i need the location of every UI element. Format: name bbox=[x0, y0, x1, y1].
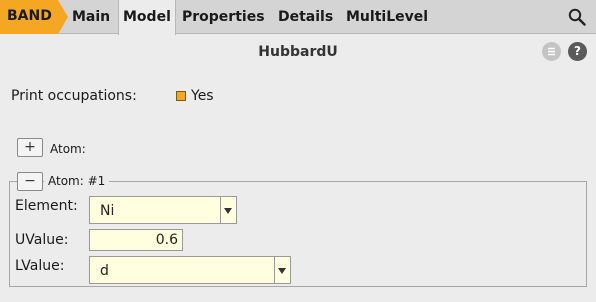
element-label: Element: bbox=[15, 198, 78, 214]
tab-properties[interactable]: Properties bbox=[182, 0, 265, 34]
app-name: BAND bbox=[7, 8, 52, 24]
app-menu-tab[interactable]: BAND bbox=[0, 0, 68, 34]
page-title: HubbardU bbox=[258, 44, 338, 60]
print-occupations-checkbox[interactable] bbox=[176, 91, 186, 101]
uvalue-input[interactable]: 0.6 bbox=[89, 229, 183, 251]
remove-atom-button[interactable]: − bbox=[17, 172, 43, 191]
element-select[interactable]: Ni bbox=[89, 196, 237, 224]
lvalue-dropdown-toggle[interactable] bbox=[274, 257, 290, 283]
element-dropdown-toggle[interactable] bbox=[220, 197, 236, 223]
top-tab-bar: BAND Main Model Properties Details Multi… bbox=[0, 0, 596, 35]
element-value: Ni bbox=[100, 203, 115, 219]
panel-menu-icon[interactable] bbox=[542, 42, 561, 61]
add-atom-button[interactable]: + bbox=[17, 138, 43, 157]
tab-model[interactable]: Model bbox=[118, 0, 176, 35]
tab-multilevel[interactable]: MultiLevel bbox=[346, 0, 428, 34]
lvalue-label: LValue: bbox=[15, 258, 65, 274]
chevron-down-icon bbox=[278, 268, 286, 274]
uvalue-label: UValue: bbox=[15, 232, 69, 248]
chevron-down-icon bbox=[224, 208, 232, 214]
tab-main[interactable]: Main bbox=[72, 0, 110, 34]
tab-details[interactable]: Details bbox=[278, 0, 333, 34]
lvalue-select[interactable]: d bbox=[89, 256, 291, 284]
print-occupations-value: Yes bbox=[191, 88, 214, 104]
search-icon[interactable] bbox=[568, 8, 586, 26]
lvalue-value: d bbox=[100, 263, 109, 279]
atom-group-legend: Atom: #1 bbox=[44, 174, 110, 188]
add-atom-label: Atom: bbox=[50, 142, 86, 156]
print-occupations-label: Print occupations: bbox=[11, 88, 137, 104]
help-icon[interactable]: ? bbox=[568, 42, 587, 61]
menu-lines-icon bbox=[548, 47, 555, 56]
